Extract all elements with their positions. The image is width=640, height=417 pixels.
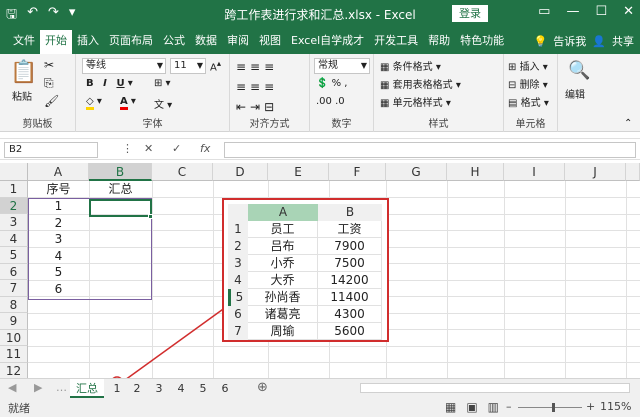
picture-row-3: 3 [228, 255, 248, 272]
zoom-slider[interactable] [518, 407, 582, 408]
picture-name: 诸葛亮 [248, 306, 318, 323]
sheet-tab-5[interactable]: 5 [194, 379, 212, 398]
picture-name: 大乔 [248, 272, 318, 289]
scroll-left-icon[interactable]: ◀ [8, 381, 16, 394]
picture-salary: 7500 [318, 255, 382, 272]
picture-salary: 11400 [318, 289, 382, 306]
linked-picture[interactable]: A B 1 2 3 4 5 6 7 员工 工资 吕布 7900 小乔 7500 … [222, 198, 389, 342]
sheet-tab-6[interactable]: 6 [216, 379, 234, 398]
zoom-out-icon[interactable]: – [506, 400, 512, 413]
sheet-tab-bar: ◀ ▶ … 汇总 1 2 3 4 5 6 ⊕ [0, 378, 640, 398]
picture-col-a: A [248, 204, 318, 221]
sheet-tab-3[interactable]: 3 [150, 379, 168, 398]
picture-salary: 14200 [318, 272, 382, 289]
add-sheet-icon[interactable]: ⊕ [257, 380, 268, 395]
zoom-slider-thumb[interactable] [552, 403, 555, 412]
picture-name: 周瑜 [248, 323, 318, 340]
picture-corner [228, 204, 248, 221]
zoom-level[interactable]: 115% [600, 400, 631, 413]
scroll-right-icon[interactable]: ▶ [34, 381, 42, 394]
sheet-tab-2[interactable]: 2 [128, 379, 146, 398]
status-bar: 就绪 ▦▣▥ – + 115% [0, 398, 640, 417]
view-mode-icons[interactable]: ▦▣▥ [445, 400, 509, 414]
picture-header-employee: 员工 [248, 221, 318, 238]
picture-salary: 5600 [318, 323, 382, 340]
picture-row-1: 1 [228, 221, 248, 238]
picture-salary: 7900 [318, 238, 382, 255]
sheet-tab-4[interactable]: 4 [172, 379, 190, 398]
picture-name: 吕布 [248, 238, 318, 255]
sheet-tab-summary[interactable]: 汇总 [70, 379, 104, 398]
picture-row-7: 7 [228, 323, 248, 340]
picture-salary: 4300 [318, 306, 382, 323]
horizontal-scrollbar[interactable] [360, 383, 630, 393]
picture-col-b: B [318, 204, 382, 221]
more-sheets-icon[interactable]: … [56, 381, 67, 394]
zoom-in-icon[interactable]: + [586, 400, 595, 413]
picture-row-6: 6 [228, 306, 248, 323]
picture-name: 小乔 [248, 255, 318, 272]
status-ready: 就绪 [8, 402, 30, 415]
sheet-tab-1[interactable]: 1 [108, 379, 126, 398]
picture-header-salary: 工资 [318, 221, 382, 238]
picture-name: 孙尚香 [248, 289, 318, 306]
picture-row-4: 4 [228, 272, 248, 289]
picture-row-5: 5 [228, 289, 248, 306]
picture-row-2: 2 [228, 238, 248, 255]
